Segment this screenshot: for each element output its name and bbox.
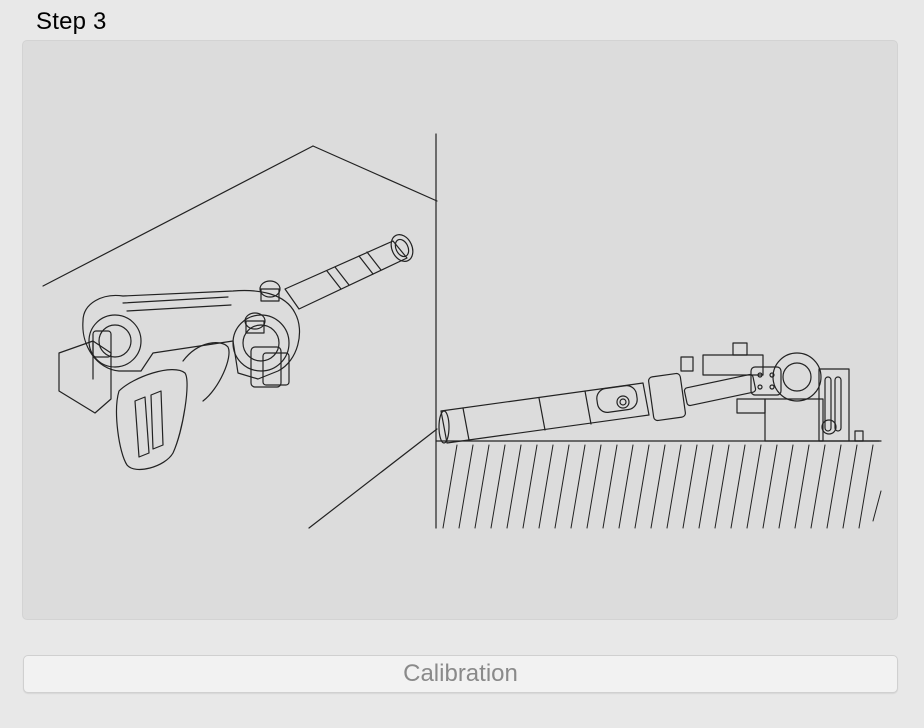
gimbal-calibration-icon <box>42 133 882 529</box>
calibration-window: Step 3 Calibration <box>0 0 924 728</box>
calibration-button[interactable]: Calibration <box>23 655 898 693</box>
step-title: Step 3 <box>36 8 107 35</box>
gimbal-lying-on-floor-icon <box>435 342 882 529</box>
calibration-illustration-panel <box>22 40 898 620</box>
bottom-divider <box>0 716 924 728</box>
gimbal-on-table-corner-icon <box>42 145 438 529</box>
